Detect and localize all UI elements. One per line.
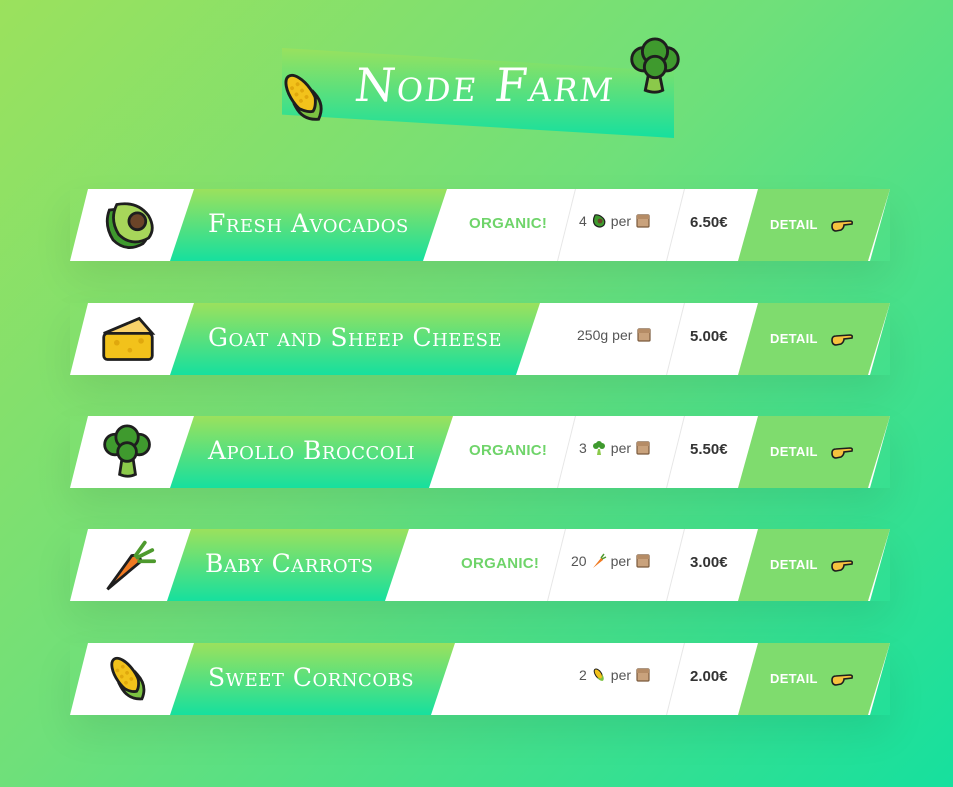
per-label: per	[610, 213, 632, 229]
broccoli-icon	[630, 37, 680, 94]
pointing-hand-icon	[831, 334, 854, 346]
detail-button-label: DETAIL	[770, 217, 818, 232]
detail-button-label: DETAIL	[770, 671, 818, 686]
box-icon	[636, 214, 650, 228]
broccoli-icon	[103, 424, 151, 478]
quantity-value: 250g	[577, 327, 609, 343]
box-icon	[636, 441, 650, 455]
box-icon	[636, 668, 650, 682]
cheese-icon	[102, 316, 156, 361]
per-label: per	[610, 440, 632, 456]
product-name: Goat and Sheep Cheese	[208, 323, 503, 352]
price: 2.00€	[690, 668, 728, 685]
page-title: Node Farm	[352, 58, 618, 112]
quantity-per-box: 4 per	[579, 213, 651, 229]
header: Node Farm	[0, 0, 953, 160]
box-icon	[637, 328, 651, 342]
pointing-hand-icon	[831, 560, 854, 572]
price: 6.50€	[690, 214, 728, 231]
per-label: per	[610, 667, 632, 683]
detail-button[interactable]: DETAIL	[738, 529, 890, 601]
price: 5.50€	[690, 441, 728, 458]
organic-badge: ORGANIC!	[469, 215, 548, 232]
carrot-icon	[106, 540, 156, 591]
quantity-per-box: 2 per	[579, 667, 651, 683]
detail-button[interactable]: DETAIL	[738, 189, 890, 261]
product-name: Baby Carrots	[205, 549, 374, 578]
pointing-hand-icon	[831, 220, 854, 232]
corn-icon	[110, 656, 146, 701]
price: 5.00€	[690, 328, 728, 345]
product-card-carrots[interactable]: Baby Carrots ORGANIC! 20 per 3.00€ DETAI…	[70, 529, 890, 601]
detail-button-label: DETAIL	[770, 557, 818, 572]
quantity-per-box: 20 per	[571, 553, 651, 569]
quantity-value: 4	[579, 213, 587, 229]
detail-button[interactable]: DETAIL	[738, 303, 890, 375]
corn-icon	[593, 668, 604, 681]
avocado-icon	[592, 214, 606, 228]
quantity-value: 20	[571, 553, 587, 569]
product-card-broccoli[interactable]: Apollo Broccoli ORGANIC! 3 per 5.50€ DET…	[70, 416, 890, 488]
broccoli-icon	[592, 441, 605, 455]
detail-button[interactable]: DETAIL	[738, 416, 890, 488]
product-card-corncobs[interactable]: Sweet Corncobs 2 per 2.00€ DETAIL	[70, 643, 890, 715]
corn-icon	[284, 73, 323, 121]
detail-button-label: DETAIL	[770, 444, 818, 459]
product-card-avocados[interactable]: Fresh Avocados ORGANIC! 4 per 6.50€ DETA…	[70, 189, 890, 261]
quantity-value: 3	[579, 440, 587, 456]
product-name: Fresh Avocados	[208, 209, 409, 238]
pointing-hand-icon	[831, 674, 854, 686]
per-label: per	[612, 327, 633, 343]
quantity-per-box: 3 per	[579, 440, 651, 456]
box-icon	[636, 554, 650, 568]
quantity-per-box: 250g per	[577, 327, 652, 343]
product-card-cheese[interactable]: Goat and Sheep Cheese 250g per 5.00€ DET…	[70, 303, 890, 375]
organic-badge: ORGANIC!	[469, 442, 548, 459]
product-name: Apollo Broccoli	[208, 436, 416, 465]
avocado-icon	[105, 202, 154, 249]
detail-button-label: DETAIL	[770, 331, 818, 346]
product-name: Sweet Corncobs	[208, 663, 415, 692]
organic-badge: ORGANIC!	[461, 555, 540, 572]
pointing-hand-icon	[831, 447, 854, 459]
per-label: per	[610, 553, 631, 569]
detail-button[interactable]: DETAIL	[738, 643, 890, 715]
quantity-value: 2	[579, 667, 587, 683]
price: 3.00€	[690, 554, 728, 571]
carrot-icon	[592, 553, 606, 568]
